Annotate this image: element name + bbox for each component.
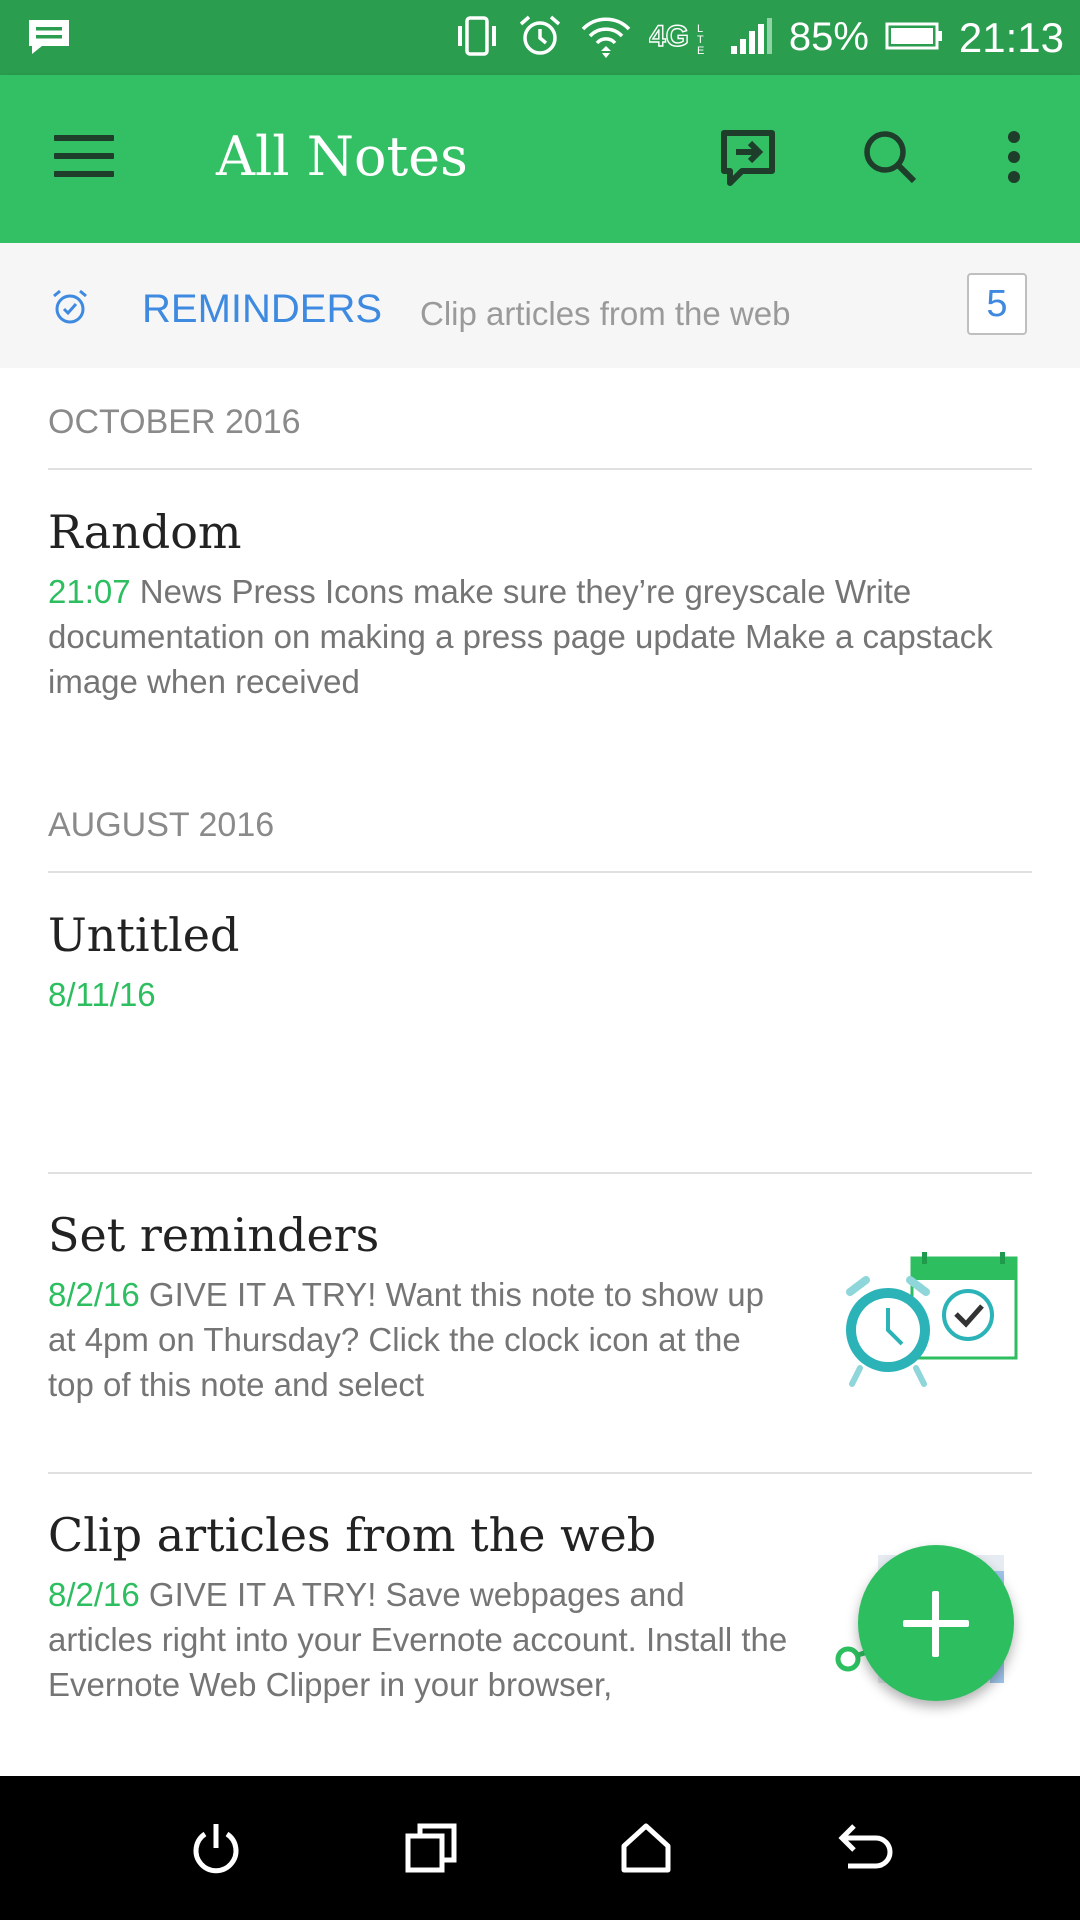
- note-snippet-text: News Press Icons make sure they’re greys…: [48, 573, 993, 700]
- note-snippet: 21:07 News Press Icons make sure they’re…: [48, 569, 1032, 704]
- reminder-count-badge[interactable]: 5: [967, 273, 1027, 335]
- reminder-alarm-icon: [50, 287, 90, 331]
- divider: [48, 468, 1032, 470]
- reminder-thumbnail: [830, 1250, 1020, 1399]
- recents-icon[interactable]: [404, 1820, 460, 1880]
- section-header-august-2016: AUGUST 2016: [48, 806, 275, 844]
- note-title: Random: [48, 505, 242, 559]
- search-icon[interactable]: [860, 127, 920, 191]
- note-snippet: 8/2/16 GIVE IT A TRY! Save webpages and …: [48, 1572, 788, 1707]
- svg-text:4G: 4G: [649, 20, 689, 53]
- divider: [48, 1172, 1032, 1174]
- note-date: 21:07: [48, 573, 131, 610]
- note-date: 8/2/16: [48, 1276, 140, 1313]
- note-item-random[interactable]: Random 21:07 News Press Icons make sure …: [48, 505, 1032, 704]
- note-snippet-text: GIVE IT A TRY! Save webpages and article…: [48, 1576, 788, 1703]
- note-snippet-text: GIVE IT A TRY! Want this note to show up…: [48, 1276, 765, 1403]
- back-icon[interactable]: [834, 1820, 894, 1880]
- more-icon[interactable]: [1000, 127, 1028, 191]
- wifi-icon: [579, 13, 633, 63]
- app-bar: All Notes: [0, 75, 1080, 243]
- note-date: 8/11/16: [48, 976, 156, 1013]
- reminders-bar[interactable]: REMINDERS Clip articles from the web 5: [0, 243, 1080, 368]
- divider: [48, 1472, 1032, 1474]
- vibrate-icon: [453, 14, 501, 62]
- note-date: 8/2/16: [48, 1576, 140, 1613]
- signal-icon: [729, 16, 773, 60]
- note-snippet: 8/2/16 GIVE IT A TRY! Want this note to …: [48, 1272, 788, 1407]
- clock-time: 21:13: [958, 13, 1064, 61]
- navigation-bar: [0, 1776, 1080, 1920]
- note-item-untitled[interactable]: Untitled 8/11/16: [48, 908, 1032, 1017]
- message-icon: [26, 18, 72, 60]
- power-icon[interactable]: [188, 1820, 244, 1880]
- note-item-set-reminders[interactable]: Set reminders 8/2/16 GIVE IT A TRY! Want…: [48, 1208, 788, 1407]
- note-item-clip-articles[interactable]: Clip articles from the web 8/2/16 GIVE I…: [48, 1508, 788, 1707]
- note-title: Untitled: [48, 908, 240, 962]
- divider: [48, 871, 1032, 873]
- new-note-button[interactable]: [858, 1545, 1014, 1701]
- menu-icon[interactable]: [54, 135, 114, 183]
- note-title: Clip articles from the web: [48, 1508, 657, 1562]
- note-snippet: 8/11/16: [48, 972, 1032, 1017]
- sync-icon[interactable]: [718, 127, 780, 195]
- reminders-label[interactable]: REMINDERS: [142, 287, 382, 332]
- note-title: Set reminders: [48, 1208, 380, 1262]
- status-bar: 4G L T E 85% 21:13: [0, 0, 1080, 75]
- 4g-lte-icon: 4G L T E: [648, 16, 713, 60]
- section-header-october-2016: OCTOBER 2016: [48, 403, 301, 441]
- reminder-preview: Clip articles from the web: [420, 295, 791, 332]
- alarm-icon: [517, 13, 563, 63]
- battery-icon: [885, 20, 943, 56]
- home-icon[interactable]: [618, 1820, 674, 1880]
- battery-percent: 85%: [788, 15, 869, 59]
- page-title: All Notes: [216, 125, 468, 188]
- svg-text:E: E: [697, 45, 704, 56]
